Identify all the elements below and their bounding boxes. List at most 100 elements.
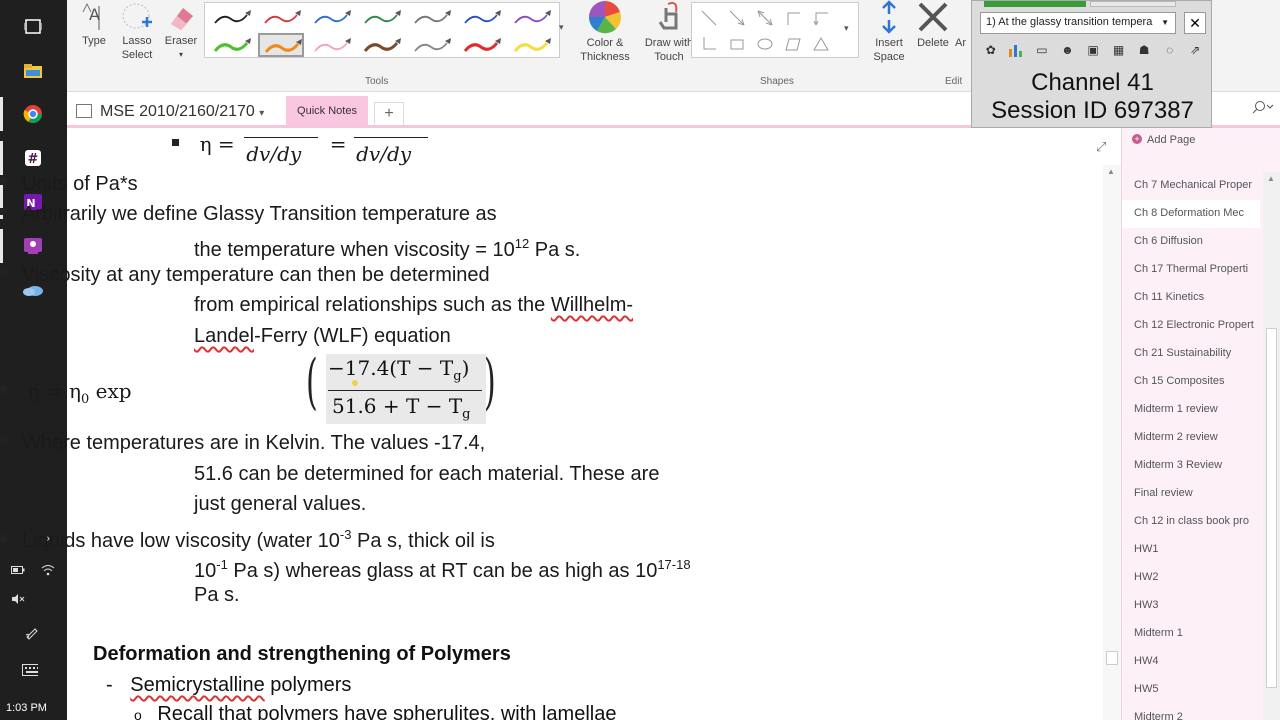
pen-swatch[interactable] xyxy=(508,5,554,29)
grey-button[interactable] xyxy=(1090,1,1176,7)
group-icon[interactable]: ☗ xyxy=(1133,39,1155,61)
pen-swatch[interactable] xyxy=(258,33,304,57)
double-arrow-shape-icon[interactable] xyxy=(756,9,774,27)
tab-quick-notes[interactable]: Quick Notes xyxy=(286,96,368,126)
page-item[interactable]: Final review xyxy=(1122,480,1260,508)
color-thickness-label: Color & Thickness xyxy=(580,37,630,63)
grid-icon[interactable]: ▦ xyxy=(1108,39,1130,61)
exponent: -1 xyxy=(216,557,228,572)
page-item[interactable]: Ch 12 in class book pro xyxy=(1122,508,1260,536)
wlf-lhs: η = η0 exp xyxy=(28,379,132,407)
page-item[interactable]: HW5 xyxy=(1122,676,1260,704)
shapes-more-icon[interactable]: ▾ xyxy=(844,23,849,34)
settings-icon[interactable]: ✿ xyxy=(980,39,1002,61)
users-icon[interactable]: ☻ xyxy=(1057,39,1079,61)
axis-arrow-shape-icon[interactable] xyxy=(812,9,830,27)
pages-scrollbar[interactable]: ▲ xyxy=(1263,172,1280,720)
page-item[interactable]: Ch 8 Deformation Mec xyxy=(1122,200,1260,228)
file-explorer-icon[interactable] xyxy=(20,58,46,84)
edit-group-label: Edit xyxy=(945,76,963,87)
add-section-button[interactable]: + xyxy=(374,102,404,126)
delete-button[interactable]: Delete xyxy=(913,0,953,50)
draw-with-touch-button[interactable]: Draw with Touch xyxy=(641,0,697,64)
graph-shape-icon[interactable] xyxy=(700,35,718,53)
wifi-icon[interactable] xyxy=(40,562,56,578)
chat-icon[interactable]: ◌ xyxy=(1159,39,1181,61)
axis-shape-icon[interactable] xyxy=(784,9,802,27)
notebook-title[interactable]: MSE 2010/2160/2170 ▾ xyxy=(100,103,264,121)
touch-hand-icon xyxy=(658,2,678,30)
wlf-fraction-bar xyxy=(328,390,482,391)
pens-more-icon[interactable]: ▾ xyxy=(559,22,564,33)
canvas-scrollbar[interactable]: ▲ xyxy=(1103,165,1121,720)
question-select[interactable]: 1) At the glassy transition tempera ▼ xyxy=(980,12,1176,34)
page-item[interactable]: Midterm 1 xyxy=(1122,620,1260,648)
triangle-shape-icon[interactable] xyxy=(812,35,830,53)
scroll-up-icon[interactable]: ▲ xyxy=(1107,167,1115,176)
chrome-icon[interactable] xyxy=(20,101,46,127)
lasso-select-button[interactable]: Lasso Select xyxy=(117,2,157,62)
slack-icon[interactable]: # xyxy=(20,145,46,171)
eq1-fraction-2: dv/dy xyxy=(352,125,436,166)
page-item[interactable]: Midterm 3 Review xyxy=(1122,452,1260,480)
wlf-numerator: −17.4(T − Tg) xyxy=(328,356,469,384)
pen-swatch[interactable] xyxy=(458,33,504,57)
teams-meeting-icon[interactable] xyxy=(20,233,46,259)
pen-swatch[interactable] xyxy=(208,5,254,29)
pen-swatch[interactable] xyxy=(308,5,354,29)
add-page-button[interactable]: + Add Page xyxy=(1132,134,1195,146)
page-item[interactable]: HW2 xyxy=(1122,564,1260,592)
page-item[interactable]: Midterm 1 review xyxy=(1122,396,1260,424)
pens-gallery xyxy=(204,2,560,58)
page-item[interactable]: Ch 17 Thermal Properti xyxy=(1122,256,1260,284)
page-item[interactable]: Ch 21 Sustainability xyxy=(1122,340,1260,368)
page-item[interactable]: HW1 xyxy=(1122,536,1260,564)
bar-chart-icon[interactable] xyxy=(1006,39,1028,61)
scroll-thumb[interactable] xyxy=(1266,328,1277,688)
pen-swatch[interactable] xyxy=(458,5,504,29)
task-view-icon[interactable] xyxy=(20,14,46,40)
scroll-up-icon[interactable]: ▲ xyxy=(1267,174,1275,183)
pen-swatch[interactable] xyxy=(258,5,304,29)
clock-time[interactable]: 1:03 PM xyxy=(6,702,47,714)
rectangle-shape-icon[interactable] xyxy=(728,35,746,53)
pen-swatch[interactable] xyxy=(408,33,454,57)
page-item[interactable]: Ch 6 Diffusion xyxy=(1122,228,1260,256)
page-item[interactable]: Ch 7 Mechanical Proper xyxy=(1122,172,1260,200)
insert-space-button[interactable]: Insert Space xyxy=(869,0,909,64)
page-item[interactable]: Midterm 2 review xyxy=(1122,424,1260,452)
arrow-shape-icon[interactable] xyxy=(728,9,746,27)
color-thickness-button[interactable]: Color & Thickness xyxy=(575,0,635,64)
page-item[interactable]: Ch 12 Electronic Propert xyxy=(1122,312,1260,340)
scroll-thumb[interactable] xyxy=(1106,651,1118,665)
type-button[interactable]: A Type xyxy=(77,2,111,48)
monitor-icon[interactable]: ▭ xyxy=(1031,39,1053,61)
page-item[interactable]: Midterm 2 xyxy=(1122,704,1260,720)
search-icon[interactable] xyxy=(1250,100,1274,117)
parallelogram-shape-icon[interactable] xyxy=(784,35,802,53)
page-item[interactable]: HW4 xyxy=(1122,648,1260,676)
eraser-dropdown-icon[interactable]: ▾ xyxy=(163,48,199,62)
picture-icon[interactable]: ▣ xyxy=(1082,39,1104,61)
pen-swatch[interactable] xyxy=(358,33,404,57)
pen-swatch[interactable] xyxy=(308,33,354,57)
battery-icon[interactable] xyxy=(10,562,26,578)
close-button[interactable]: ✕ xyxy=(1184,12,1206,34)
pen-swatch[interactable] xyxy=(408,5,454,29)
page-item[interactable]: HW3 xyxy=(1122,592,1260,620)
pen-swatch[interactable] xyxy=(358,5,404,29)
keyboard-icon[interactable] xyxy=(22,662,38,678)
share-icon[interactable]: ⇗ xyxy=(1185,39,1207,61)
pen-swatch[interactable] xyxy=(208,33,254,57)
ellipse-shape-icon[interactable] xyxy=(756,35,774,53)
page-item[interactable]: Ch 11 Kinetics xyxy=(1122,284,1260,312)
line-shape-icon[interactable] xyxy=(700,9,718,27)
volume-muted-icon[interactable] xyxy=(10,591,26,607)
eraser-button[interactable]: Eraser ▾ xyxy=(163,2,199,62)
pen-swatch[interactable] xyxy=(508,33,554,57)
expand-icon[interactable]: ⤢ xyxy=(1096,139,1106,155)
green-button[interactable] xyxy=(984,1,1086,7)
pen-workspace-icon[interactable] xyxy=(24,624,40,640)
page-item[interactable]: Ch 15 Composites xyxy=(1122,368,1260,396)
liq-text-4: Pa s) whereas glass at RT can be as high… xyxy=(227,560,658,582)
